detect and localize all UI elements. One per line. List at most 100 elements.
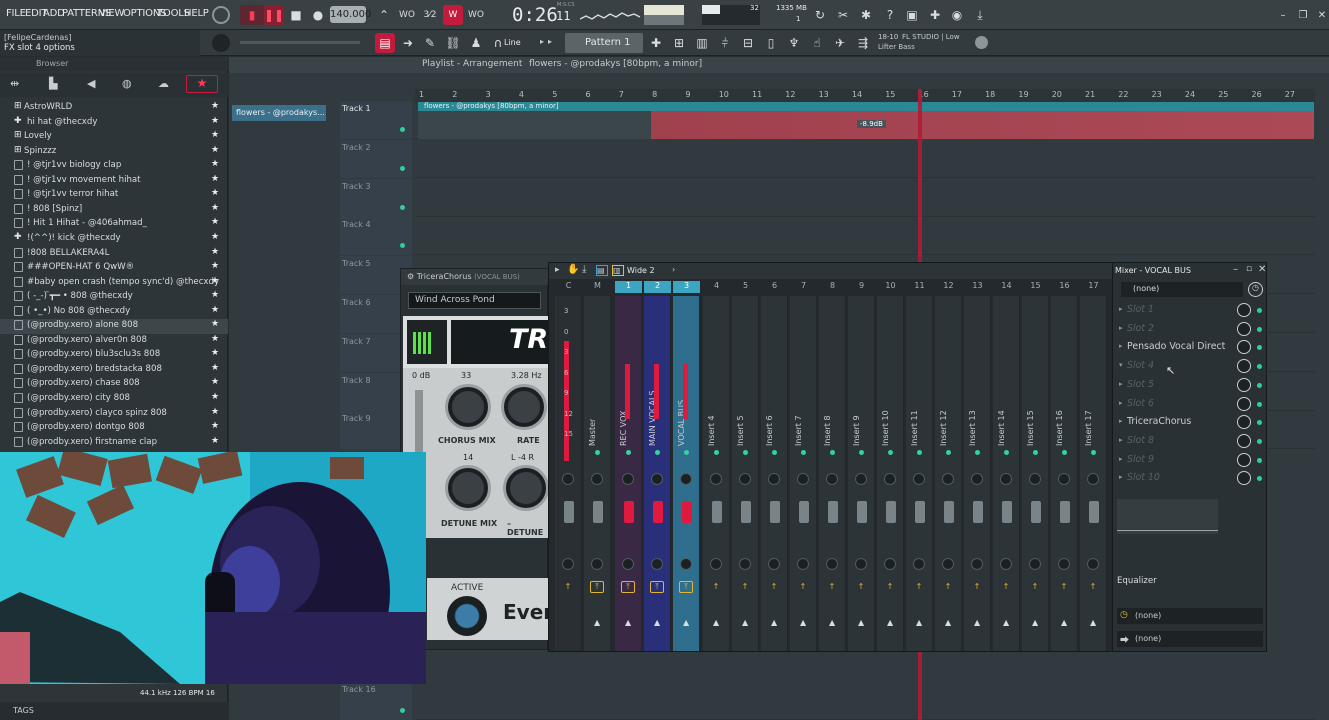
- output-route-select[interactable]: (none): [1117, 608, 1263, 624]
- stereo-knob[interactable]: [562, 558, 574, 570]
- file-icon[interactable]: ▯: [761, 33, 781, 53]
- route-icon[interactable]: ↑: [561, 581, 575, 593]
- stereo-knob[interactable]: [1087, 558, 1099, 570]
- browser-item[interactable]: ⊞ AstroWRLD ★: [0, 101, 228, 116]
- menu-view[interactable]: VIEW: [99, 8, 124, 19]
- track-header[interactable]: Track 3: [340, 178, 412, 217]
- pan-knob[interactable]: [651, 473, 663, 485]
- preset-selector[interactable]: Wind Across Pond: [408, 292, 541, 309]
- browser-item[interactable]: (@prodby.xero) city 808 ★: [0, 392, 228, 407]
- online-icon[interactable]: [975, 36, 988, 49]
- track-header[interactable]: Track 16: [340, 682, 412, 720]
- slot-enable-dot[interactable]: [1257, 326, 1262, 332]
- layout2-icon[interactable]: ▥: [612, 265, 624, 276]
- mixer-layout-label[interactable]: Wide 2: [627, 266, 655, 275]
- fx-slot[interactable]: Slot 8: [1127, 435, 1247, 446]
- mixer-strip[interactable]: ↑: [555, 296, 582, 651]
- favorite-star-icon[interactable]: ★: [211, 247, 219, 257]
- news-line1[interactable]: FL STUDIO | Low: [902, 33, 960, 41]
- route-icon[interactable]: ↑: [825, 581, 839, 593]
- mixer-strip[interactable]: Insert 14 ↑ ▲: [993, 296, 1020, 651]
- favorite-star-icon[interactable]: ★: [211, 217, 219, 227]
- pan-knob[interactable]: [826, 473, 838, 485]
- pattern-arrow-icon[interactable]: ▸: [548, 37, 552, 46]
- stereo-knob[interactable]: [1058, 558, 1070, 570]
- slot-expand-icon[interactable]: ▸: [1119, 455, 1123, 463]
- browser-item[interactable]: #baby open crash (tempo sync'd) @thecxdy…: [0, 276, 228, 291]
- mixer-icon[interactable]: ⫩: [715, 33, 735, 53]
- fx-slot[interactable]: TriceraChorus: [1127, 416, 1247, 427]
- track-lane[interactable]: [415, 682, 1315, 720]
- strip-number[interactable]: 11: [906, 281, 933, 293]
- stereo-knob[interactable]: [971, 558, 983, 570]
- plug-icon[interactable]: ♆: [784, 33, 804, 53]
- stereo-knob[interactable]: [797, 558, 809, 570]
- strip-enable-dot[interactable]: [743, 450, 748, 455]
- browser-item[interactable]: ( •_•) No 808 @thecxdy ★: [0, 305, 228, 320]
- slot-mix-knob[interactable]: [1237, 303, 1251, 317]
- countdown-icon[interactable]: 3⁄2: [420, 5, 440, 25]
- strip-enable-dot[interactable]: [772, 450, 777, 455]
- fx-slot[interactable]: Slot 4: [1127, 360, 1247, 371]
- stereo-knob[interactable]: [710, 558, 722, 570]
- volume-fader[interactable]: [915, 501, 925, 523]
- stereo-knob[interactable]: [942, 558, 954, 570]
- route-icon[interactable]: ↑: [970, 581, 984, 593]
- strip-enable-dot[interactable]: [975, 450, 980, 455]
- stereo-knob[interactable]: [855, 558, 867, 570]
- volume-fader[interactable]: [624, 501, 634, 523]
- strip-enable-dot[interactable]: [801, 450, 806, 455]
- mixer-strip[interactable]: Insert 8 ↑ ▲: [819, 296, 846, 651]
- fx-slot[interactable]: Slot 1: [1127, 304, 1247, 315]
- route-icon[interactable]: ⤒: [621, 581, 635, 593]
- strip-number[interactable]: C: [555, 281, 582, 293]
- record-button[interactable]: ●: [308, 5, 328, 25]
- route-icon[interactable]: ↑: [1086, 581, 1100, 593]
- fx-slot[interactable]: Slot 10: [1127, 472, 1247, 483]
- volume-fader[interactable]: [973, 501, 983, 523]
- browser-item[interactable]: (@prodby.xero) alone 808 ★: [0, 319, 228, 334]
- strip-number[interactable]: 12: [935, 281, 962, 293]
- pan-knob[interactable]: [1087, 473, 1099, 485]
- strip-number[interactable]: 15: [1022, 281, 1049, 293]
- stereo-knob[interactable]: [768, 558, 780, 570]
- pattern-add-icon[interactable]: ✚: [646, 33, 666, 53]
- strip-enable-dot[interactable]: [830, 450, 835, 455]
- volume-fader[interactable]: [1089, 501, 1099, 523]
- stop-button[interactable]: ■: [286, 5, 306, 25]
- volume-fader[interactable]: [653, 501, 663, 523]
- strip-enable-dot[interactable]: [1004, 450, 1009, 455]
- send-arrow-icon[interactable]: ▲: [683, 618, 689, 627]
- cpu-icon[interactable]: ✱: [856, 5, 876, 25]
- pan-knob[interactable]: [1000, 473, 1012, 485]
- send-arrow-icon[interactable]: ▲: [974, 618, 980, 627]
- volume-fader[interactable]: [828, 501, 838, 523]
- favorite-star-icon[interactable]: ★: [211, 130, 219, 140]
- favorite-star-icon[interactable]: ★: [211, 174, 219, 184]
- favorite-star-icon[interactable]: ★: [211, 290, 219, 300]
- volume-fader[interactable]: [564, 501, 574, 523]
- pan-knob[interactable]: [591, 473, 603, 485]
- strip-number[interactable]: 3: [673, 281, 700, 293]
- route-icon[interactable]: ↑: [767, 581, 781, 593]
- stereo-knob[interactable]: [1000, 558, 1012, 570]
- slot-enable-dot[interactable]: [1257, 308, 1262, 313]
- volume-fader[interactable]: [857, 501, 867, 523]
- audio-clip-header[interactable]: flowers - @prodakys [80bpm, a minor]: [418, 102, 1314, 111]
- track-enable-dot[interactable]: [400, 127, 405, 132]
- browser-item[interactable]: (@prodby.xero) blu3sclu3s 808 ★: [0, 348, 228, 363]
- panel-maximize-icon[interactable]: ▫: [1246, 264, 1252, 274]
- volume-fader[interactable]: [886, 501, 896, 523]
- send-arrow-icon[interactable]: ▲: [829, 618, 835, 627]
- route-icon[interactable]: ↑: [854, 581, 868, 593]
- browser-item[interactable]: (@prodby.xero) clayco spinz 808 ★: [0, 407, 228, 422]
- latency-clock-icon[interactable]: ◷: [1248, 282, 1263, 297]
- pan-knob[interactable]: [855, 473, 867, 485]
- eq-display[interactable]: [1117, 499, 1218, 534]
- slot-mix-knob[interactable]: [1237, 396, 1251, 411]
- route-icon[interactable]: ↑: [941, 581, 955, 593]
- mixer-strip[interactable]: Insert 10 ↑ ▲: [877, 296, 904, 651]
- pattern-selector[interactable]: Pattern 1: [565, 33, 643, 53]
- pan-knob[interactable]: [562, 473, 574, 485]
- track-lane[interactable]: [415, 140, 1315, 178]
